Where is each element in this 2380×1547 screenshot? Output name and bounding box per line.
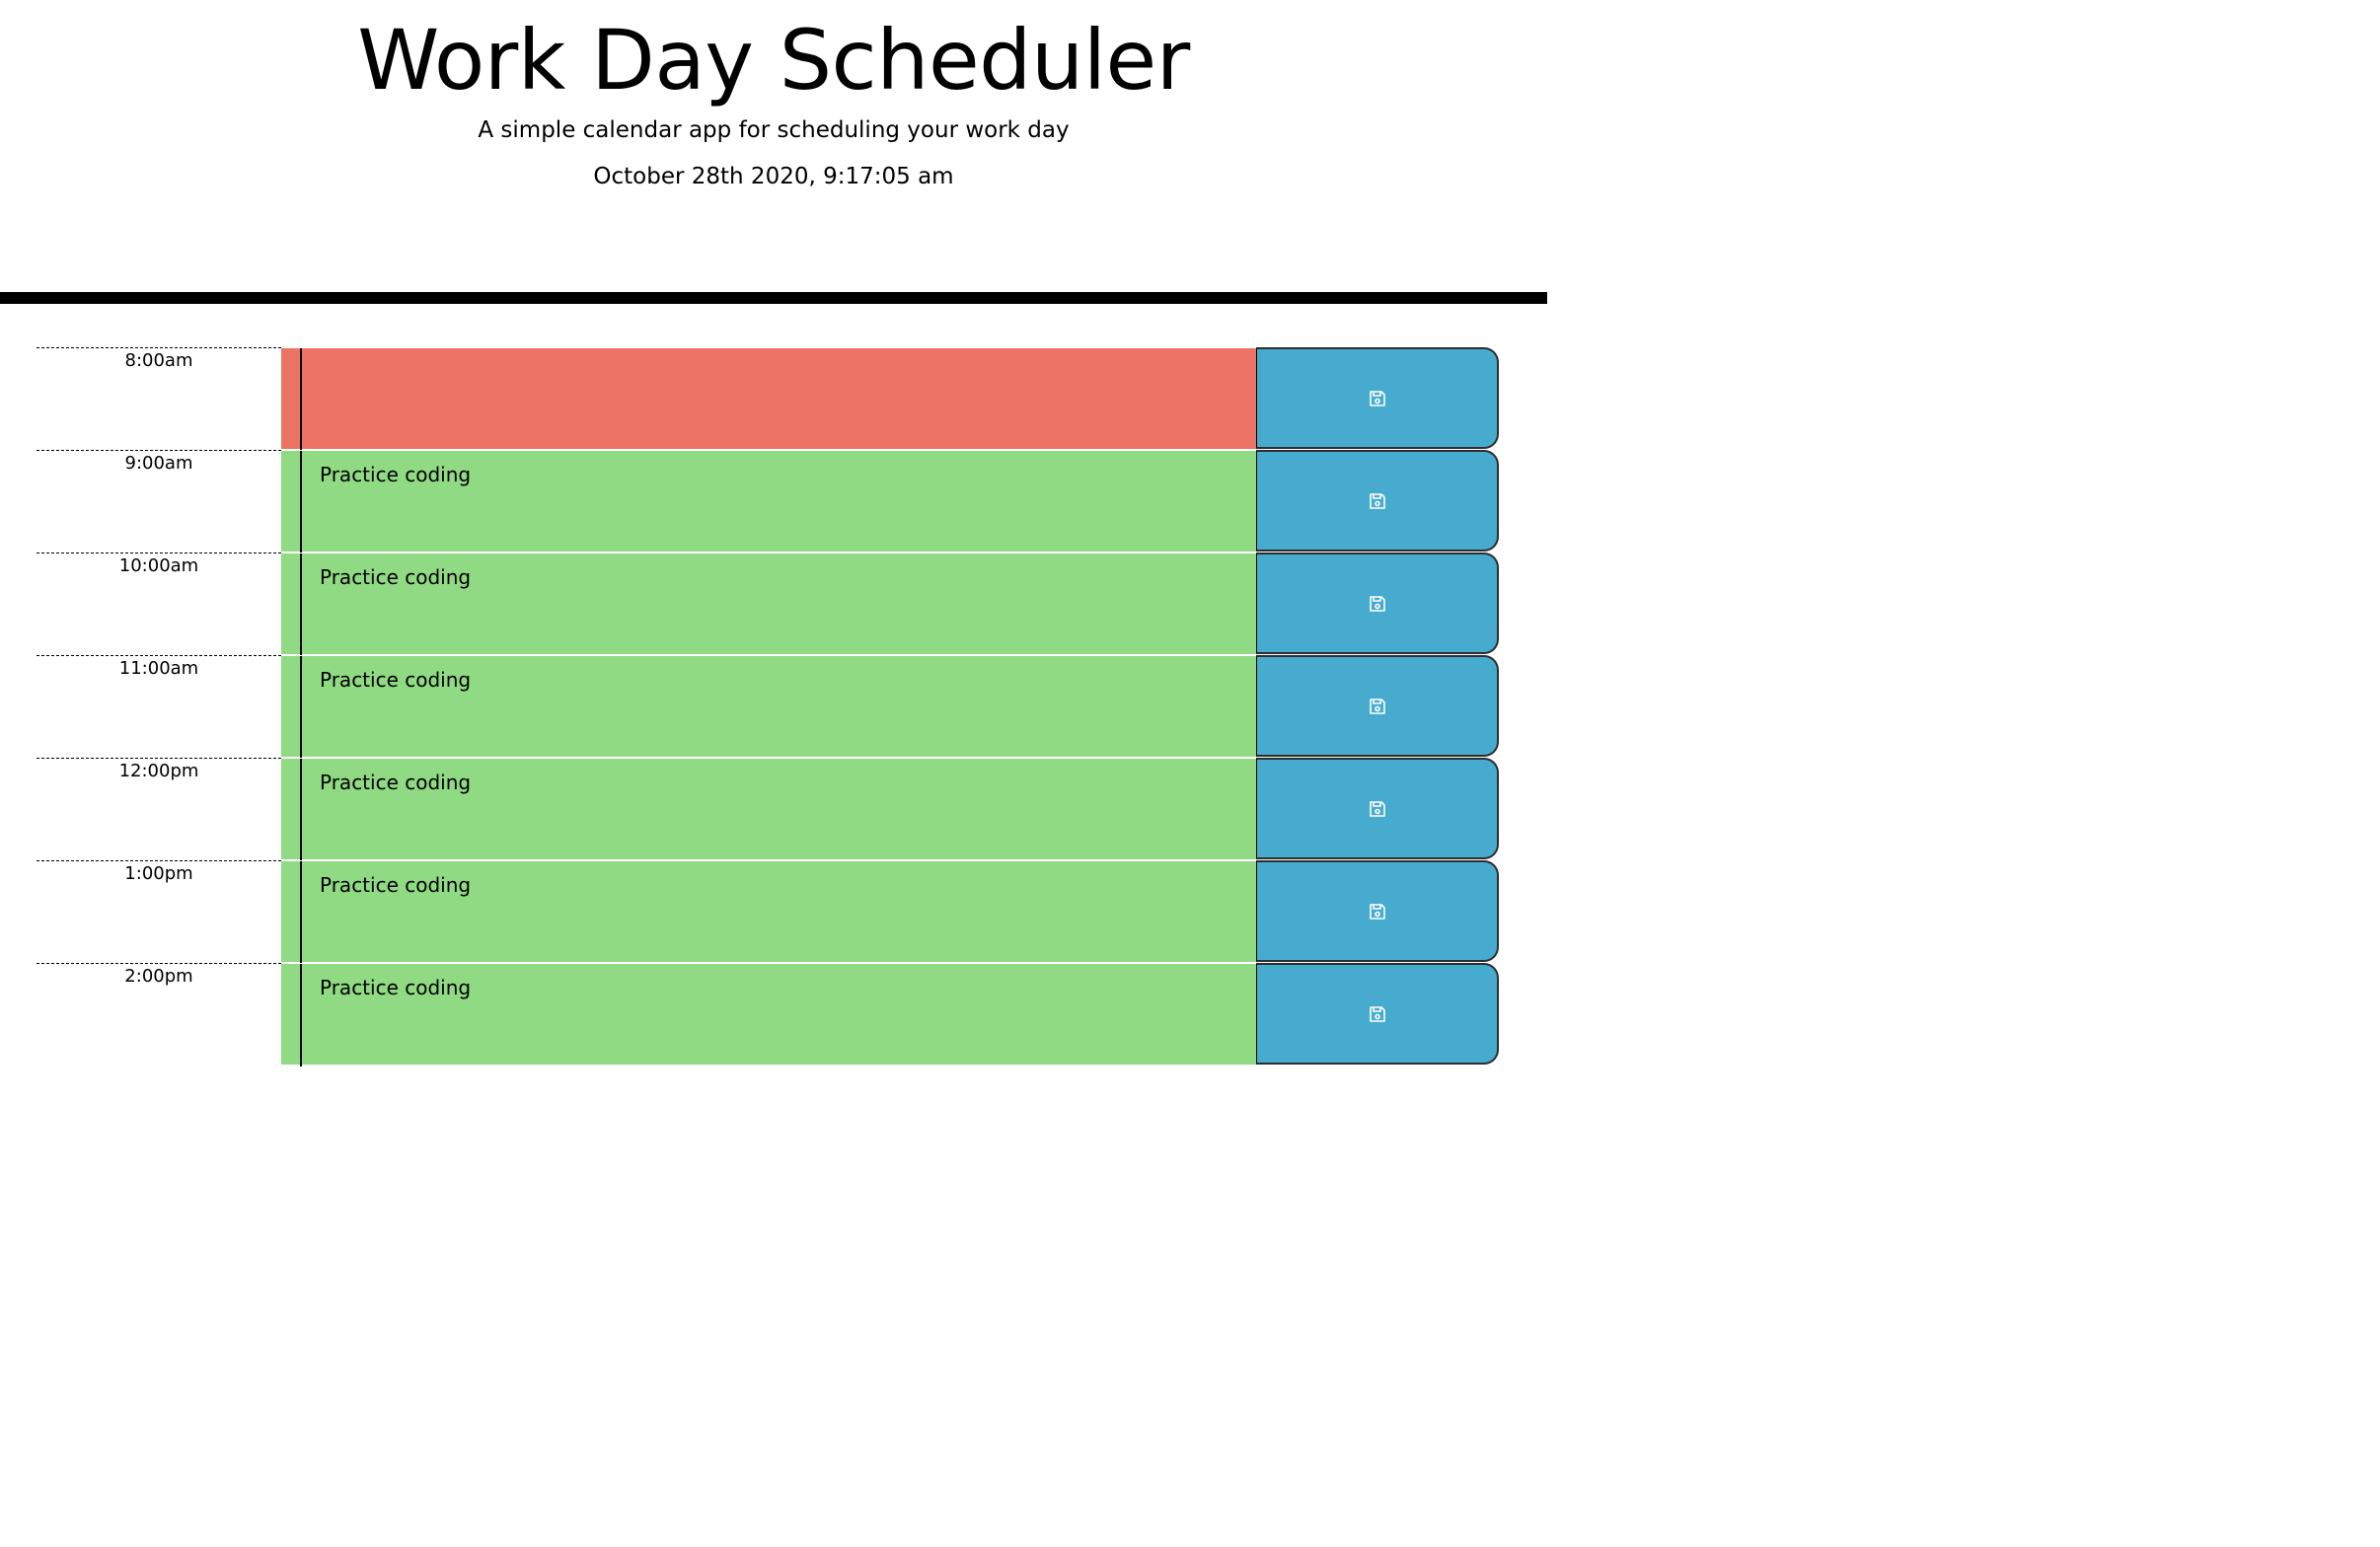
save-button[interactable] <box>1256 347 1499 449</box>
save-button[interactable] <box>1256 963 1499 1065</box>
save-button[interactable] <box>1256 860 1499 962</box>
time-block: 12:00pm Practice coding <box>0 758 1547 861</box>
time-block: 9:00am Practice coding <box>0 450 1547 553</box>
description-block: Practice coding <box>281 450 1257 553</box>
save-icon <box>1368 491 1387 511</box>
hour-label: 1:00pm <box>37 860 281 963</box>
time-block: 11:00am Practice coding <box>0 655 1547 759</box>
time-block: 1:00pm Practice coding <box>0 860 1547 964</box>
hour-label-text: 9:00am <box>124 453 193 474</box>
current-day: October 28th 2020, 9:17:05 am <box>593 164 954 189</box>
page-subtitle: A simple calendar app for scheduling you… <box>478 117 1070 143</box>
description-input[interactable]: Practice coding <box>302 656 1255 757</box>
description-input[interactable]: Practice coding <box>302 451 1255 552</box>
hour-label-text: 12:00pm <box>118 761 199 781</box>
hour-label: 12:00pm <box>37 758 281 860</box>
save-icon <box>1368 594 1387 614</box>
jumbotron: Work Day Scheduler A simple calendar app… <box>0 0 1547 292</box>
hour-label: 10:00am <box>37 552 281 655</box>
description-input[interactable]: Practice coding <box>302 553 1255 654</box>
hour-label: 11:00am <box>37 655 281 758</box>
save-button[interactable] <box>1256 758 1499 859</box>
save-icon <box>1368 389 1387 408</box>
description-block: Practice coding <box>281 552 1257 656</box>
hour-label-text: 1:00pm <box>124 863 193 884</box>
time-block: 2:00pm Practice coding <box>0 963 1547 1067</box>
description-input[interactable]: Practice coding <box>302 861 1255 962</box>
description-input[interactable]: Practice coding <box>302 964 1255 1065</box>
save-icon <box>1368 697 1387 716</box>
description-block: Practice coding <box>281 655 1257 759</box>
hour-label-text: 10:00am <box>118 555 199 576</box>
hour-label: 2:00pm <box>37 963 281 1066</box>
description-block: Practice coding <box>281 963 1257 1067</box>
page-title: Work Day Scheduler <box>357 12 1190 109</box>
time-block: 10:00am Practice coding <box>0 552 1547 656</box>
hour-label-text: 8:00am <box>124 350 193 371</box>
save-icon <box>1368 799 1387 819</box>
hour-label: 8:00am <box>37 347 281 450</box>
save-icon <box>1368 902 1387 921</box>
time-block: 8:00am <box>0 347 1547 451</box>
hour-label-text: 2:00pm <box>124 966 193 987</box>
hour-label-text: 11:00am <box>118 658 199 679</box>
header-divider <box>0 292 1547 304</box>
description-block <box>281 347 1257 451</box>
hour-label: 9:00am <box>37 450 281 552</box>
description-input[interactable] <box>302 348 1255 449</box>
save-button[interactable] <box>1256 655 1499 757</box>
description-block: Practice coding <box>281 758 1257 861</box>
description-input[interactable]: Practice coding <box>302 759 1255 859</box>
save-button[interactable] <box>1256 552 1499 654</box>
description-block: Practice coding <box>281 860 1257 964</box>
save-icon <box>1368 1004 1387 1024</box>
save-button[interactable] <box>1256 450 1499 552</box>
